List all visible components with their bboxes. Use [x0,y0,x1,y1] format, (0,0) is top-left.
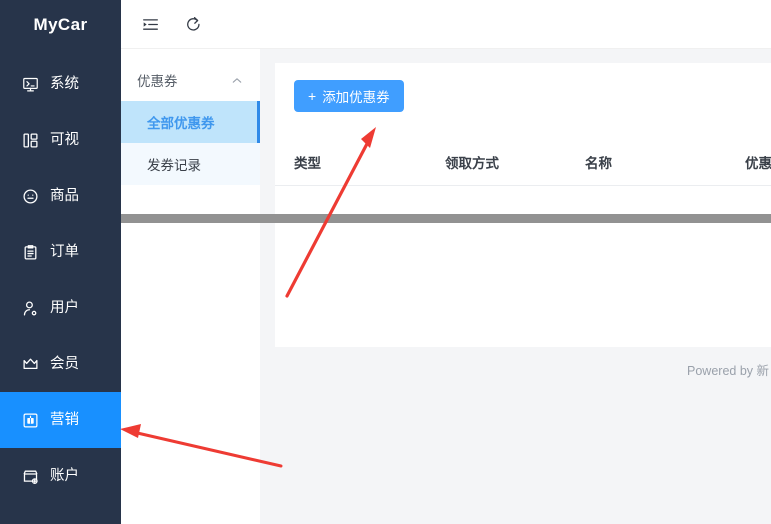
sidebar-item-members[interactable]: 会员 [0,336,121,392]
sidebar-item-orders[interactable]: 订单 [0,224,121,280]
clipboard-order-icon [21,243,39,261]
submenu-group-coupon[interactable]: 优惠券 [121,59,260,101]
sidebar-item-label: 用户 [50,299,79,316]
right-region: 优惠券 全部优惠券 发券记录 + 添加优惠券 类型 领取方式 名称 优惠 Pow… [121,0,771,524]
submenu-group-label: 优惠券 [137,74,178,89]
sidebar-item-label: 会员 [50,355,79,372]
submenu-item-all-coupons[interactable]: 全部优惠券 [121,101,260,143]
sidebar-item-marketing[interactable]: 营销 [0,392,121,448]
chevron-up-icon [231,75,242,86]
goods-smile-icon [21,187,39,205]
crown-icon [21,355,39,373]
coupon-table: 类型 领取方式 名称 优惠 [275,139,771,186]
footer: Powered by 新 [275,347,771,391]
sidebar-nav-list: 系统 可视 商品 订单 用户 会员 营销 账户 [0,56,121,504]
submenu-item-label: 全部优惠券 [147,116,215,131]
sidebar-item-goods[interactable]: 商品 [0,168,121,224]
sidebar-item-label: 商品 [50,187,79,204]
footer-powered-by: Powered by 新 [687,363,769,378]
table-header-name[interactable]: 名称 [585,139,745,186]
topbar [121,0,771,49]
user-icon [21,299,39,317]
submenu-item-label: 发券记录 [147,158,201,173]
add-coupon-button-label: 添加优惠券 [322,90,390,105]
sidebar-item-label: 系统 [50,75,79,92]
sidebar-item-label: 可视 [50,131,79,148]
sidebar-item-account[interactable]: 账户 [0,448,121,504]
table-header-row: 类型 领取方式 名称 优惠 [275,139,771,186]
content-area: + 添加优惠券 类型 领取方式 名称 优惠 Powered by 新 [260,49,771,524]
sub-sidebar: 优惠券 全部优惠券 发券记录 [121,49,260,524]
table-header-claim-method[interactable]: 领取方式 [445,139,585,186]
refresh-icon[interactable] [182,13,204,35]
table-header: 类型 领取方式 名称 优惠 [275,139,771,186]
gift-marketing-icon [21,411,39,429]
sidebar-item-users[interactable]: 用户 [0,280,121,336]
shop-plus-icon [21,467,39,485]
sidebar-item-label: 账户 [50,467,79,484]
brand-title: MyCar [33,14,88,34]
plus-icon: + [308,88,317,104]
submenu-item-issue-records[interactable]: 发券记录 [121,143,260,185]
dashboard-blocks-icon [21,131,39,149]
sidebar-item-visual[interactable]: 可视 [0,112,121,168]
main-sidebar: MyCar 系统 可视 商品 订单 用户 会员 营销 账户 [0,0,121,524]
sidebar-item-label: 营销 [50,411,79,428]
table-header-discount[interactable]: 优惠 [745,139,771,186]
horizontal-scrollbar-track[interactable] [17,214,771,223]
coupon-card: + 添加优惠券 类型 领取方式 名称 优惠 [275,63,771,347]
add-coupon-button[interactable]: + 添加优惠券 [294,80,404,112]
brand-logo[interactable]: MyCar [0,0,121,49]
menu-fold-icon[interactable] [139,13,161,35]
monitor-console-icon [21,75,39,93]
sidebar-item-system[interactable]: 系统 [0,56,121,112]
sidebar-item-label: 订单 [50,243,79,260]
coupon-table-wrapper: 类型 领取方式 名称 优惠 [275,139,771,186]
horizontal-scrollbar-thumb[interactable] [32,214,771,223]
table-header-type[interactable]: 类型 [275,139,445,186]
below-topbar: 优惠券 全部优惠券 发券记录 + 添加优惠券 类型 领取方式 名称 优惠 Pow… [121,49,771,524]
app-root: MyCar 系统 可视 商品 订单 用户 会员 营销 账户 优惠券 全部优惠券 … [0,0,771,524]
